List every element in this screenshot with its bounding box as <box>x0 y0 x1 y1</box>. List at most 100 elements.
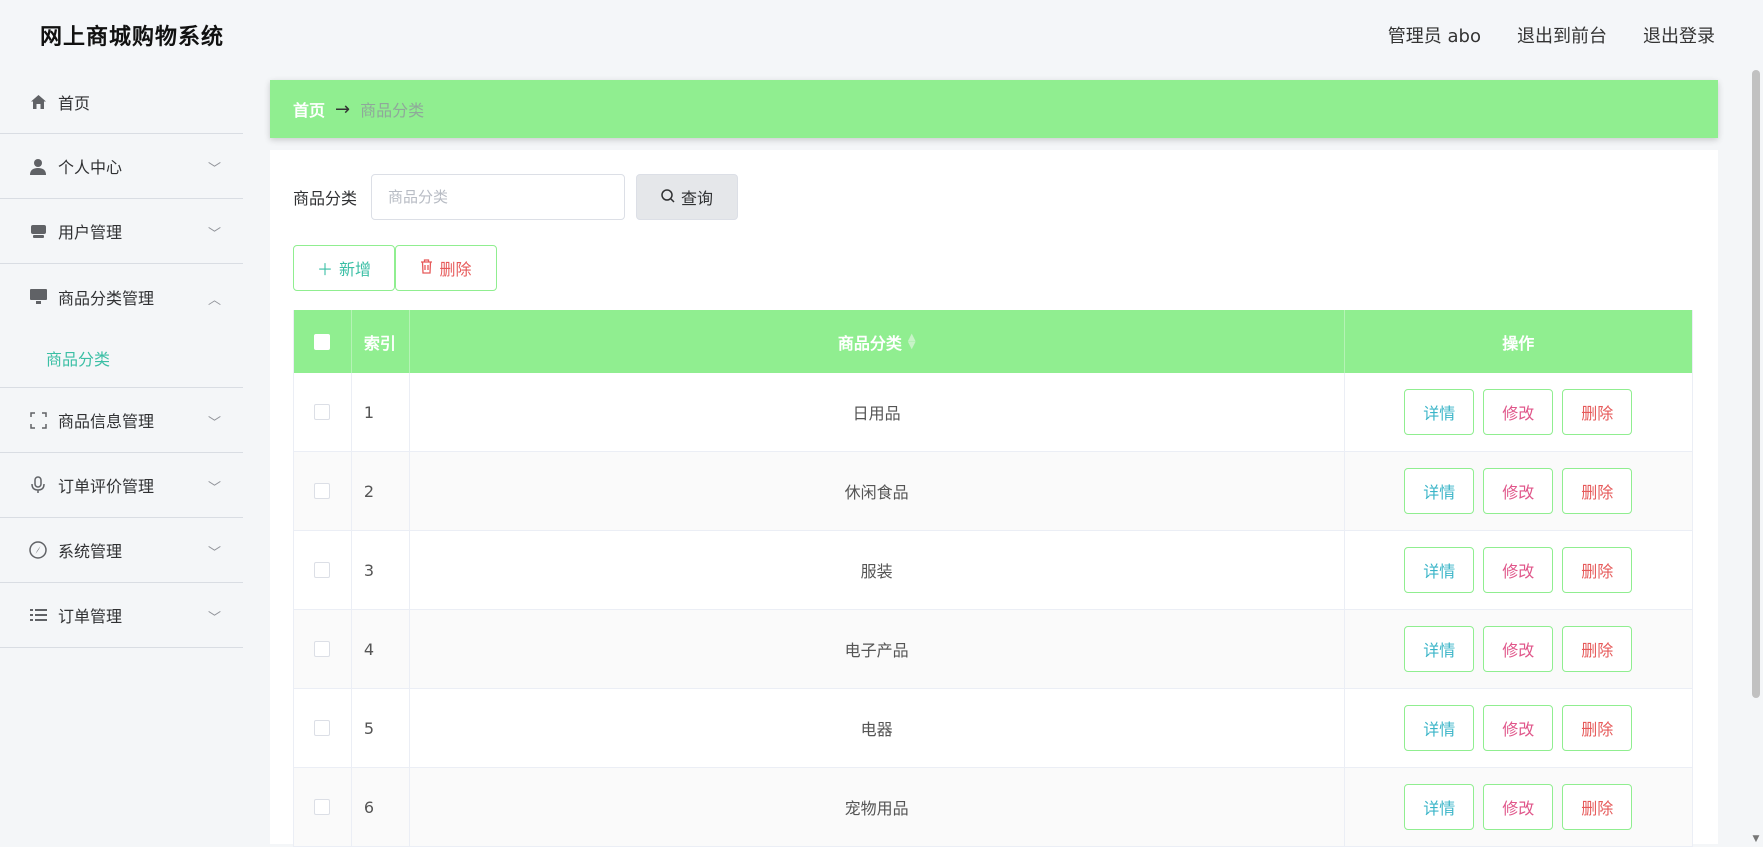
search-bar: 商品分类 查询 <box>293 174 739 220</box>
content-panel: 商品分类 查询 ＋ 新增 删除 <box>270 150 1718 847</box>
chevron-down-icon: ﹀ <box>207 611 221 626</box>
delete-button-label: 删除 <box>439 260 472 279</box>
category-table: 索引 商品分类 ▲ ▼ 操作 1 日用品 详情 修改 删除 2 休闲食品 详情 修改 删除 3 服装 详情… <box>293 310 1693 847</box>
breadcrumb-home[interactable]: 首页 <box>293 97 325 121</box>
edit-button[interactable]: 修改 <box>1483 626 1554 672</box>
row-index: 3 <box>352 531 410 609</box>
batch-delete-button[interactable]: 删除 <box>395 245 497 291</box>
row-operations: 详情 修改 删除 <box>1345 768 1693 846</box>
exit-to-frontend-link[interactable]: 退出到前台 <box>1517 22 1607 48</box>
sidebar-item-personal-center[interactable]: 个人中心 ﹀ <box>0 134 243 199</box>
sidebar-item-label: 订单管理 <box>58 607 123 626</box>
page-scrollbar[interactable]: ▼ <box>1751 68 1761 844</box>
sidebar-item-order-review[interactable]: 订单评价管理 ﹀ <box>0 453 243 518</box>
delete-button[interactable]: 删除 <box>1562 468 1633 514</box>
admin-user-label[interactable]: 管理员 abo <box>1388 22 1481 48</box>
search-icon <box>661 188 675 207</box>
row-checkbox[interactable] <box>314 641 331 657</box>
row-operations: 详情 修改 删除 <box>1345 452 1693 530</box>
row-category-name: 宠物用品 <box>410 768 1345 846</box>
user-icon <box>28 156 48 176</box>
row-index: 4 <box>352 610 410 688</box>
row-category-name: 电器 <box>410 689 1345 767</box>
logout-link[interactable]: 退出登录 <box>1643 22 1715 48</box>
scrollbar-thumb[interactable] <box>1752 70 1760 698</box>
delete-button[interactable]: 删除 <box>1562 626 1633 672</box>
row-index: 5 <box>352 689 410 767</box>
delete-button[interactable]: 删除 <box>1562 389 1633 435</box>
fullscreen-icon <box>28 410 48 430</box>
sidebar-item-label: 个人中心 <box>58 158 123 177</box>
row-checkbox[interactable] <box>314 483 331 499</box>
home-icon <box>28 92 48 112</box>
edit-button[interactable]: 修改 <box>1483 468 1554 514</box>
sidebar-group-category: 商品分类管理 ︿ 商品分类 <box>0 264 243 388</box>
list-icon <box>28 605 48 625</box>
row-index: 6 <box>352 768 410 846</box>
table-row: 5 电器 详情 修改 删除 <box>294 689 1692 768</box>
sort-icon[interactable]: ▲ ▼ <box>908 332 916 350</box>
edit-button[interactable]: 修改 <box>1483 389 1554 435</box>
sidebar-subitem-category[interactable]: 商品分类 <box>0 329 243 387</box>
edit-button[interactable]: 修改 <box>1483 705 1554 751</box>
row-checkbox-cell <box>294 531 352 609</box>
add-button[interactable]: ＋ 新增 <box>293 245 395 291</box>
user-manage-icon <box>28 221 48 241</box>
detail-button[interactable]: 详情 <box>1404 626 1475 672</box>
detail-button[interactable]: 详情 <box>1404 468 1475 514</box>
sidebar-item-home[interactable]: 首页 <box>0 70 243 134</box>
sidebar-item-orders[interactable]: 订单管理 ﹀ <box>0 583 243 648</box>
plus-icon: ＋ <box>316 260 333 279</box>
row-category-name: 休闲食品 <box>410 452 1345 530</box>
table-row: 3 服装 详情 修改 删除 <box>294 531 1692 610</box>
scroll-down-icon[interactable]: ▼ <box>1751 834 1761 844</box>
sidebar-item-user-management[interactable]: 用户管理 ﹀ <box>0 199 243 264</box>
row-checkbox[interactable] <box>314 799 331 815</box>
compass-icon <box>28 540 48 560</box>
row-checkbox-cell <box>294 768 352 846</box>
table-body: 1 日用品 详情 修改 删除 2 休闲食品 详情 修改 删除 3 服装 详情 修改 删除 4 电子产品 详情 修改删… <box>294 373 1692 847</box>
edit-button[interactable]: 修改 <box>1483 547 1554 593</box>
table-row: 4 电子产品 详情 修改 删除 <box>294 610 1692 689</box>
sidebar-item-category-management[interactable]: 商品分类管理 ︿ <box>0 264 243 329</box>
row-operations: 详情 修改 删除 <box>1345 531 1693 609</box>
detail-button[interactable]: 详情 <box>1404 784 1475 830</box>
header-actions: 管理员 abo 退出到前台 退出登录 <box>1388 22 1715 48</box>
delete-button[interactable]: 删除 <box>1562 705 1633 751</box>
row-category-name: 日用品 <box>410 373 1345 451</box>
chevron-down-icon: ﹀ <box>207 546 221 561</box>
delete-button[interactable]: 删除 <box>1562 547 1633 593</box>
search-button[interactable]: 查询 <box>636 174 739 220</box>
detail-button[interactable]: 详情 <box>1404 547 1475 593</box>
sidebar-item-system[interactable]: 系统管理 ﹀ <box>0 518 243 583</box>
select-all-checkbox[interactable] <box>314 333 331 350</box>
header-category[interactable]: 商品分类 ▲ ▼ <box>410 310 1345 373</box>
sidebar-item-label: 商品分类管理 <box>58 288 155 308</box>
sidebar-item-label: 首页 <box>58 93 91 113</box>
sidebar-item-label: 商品信息管理 <box>58 412 155 431</box>
microphone-icon <box>28 475 48 495</box>
row-operations: 详情 修改 删除 <box>1345 689 1693 767</box>
delete-button[interactable]: 删除 <box>1562 784 1633 830</box>
search-input[interactable] <box>371 174 626 220</box>
table-row: 2 休闲食品 详情 修改 删除 <box>294 452 1692 531</box>
row-operations: 详情 修改 删除 <box>1345 373 1693 451</box>
table-row: 6 宠物用品 详情 修改 删除 <box>294 768 1692 847</box>
row-checkbox[interactable] <box>314 404 331 420</box>
detail-button[interactable]: 详情 <box>1404 389 1475 435</box>
search-button-label: 查询 <box>681 189 714 208</box>
detail-button[interactable]: 详情 <box>1404 705 1475 751</box>
sidebar-item-product-info[interactable]: 商品信息管理 ﹀ <box>0 388 243 453</box>
app-title: 网上商城购物系统 <box>40 25 225 50</box>
row-checkbox[interactable] <box>314 562 331 578</box>
row-index: 1 <box>352 373 410 451</box>
table-row: 1 日用品 详情 修改 删除 <box>294 373 1692 452</box>
chevron-down-icon: ﹀ <box>207 416 221 431</box>
breadcrumb-current: 商品分类 <box>360 101 425 120</box>
chevron-down-icon: ﹀ <box>207 227 221 242</box>
row-checkbox-cell <box>294 452 352 530</box>
row-category-name: 电子产品 <box>410 610 1345 688</box>
edit-button[interactable]: 修改 <box>1483 784 1554 830</box>
row-checkbox[interactable] <box>314 720 331 736</box>
row-index: 2 <box>352 452 410 530</box>
